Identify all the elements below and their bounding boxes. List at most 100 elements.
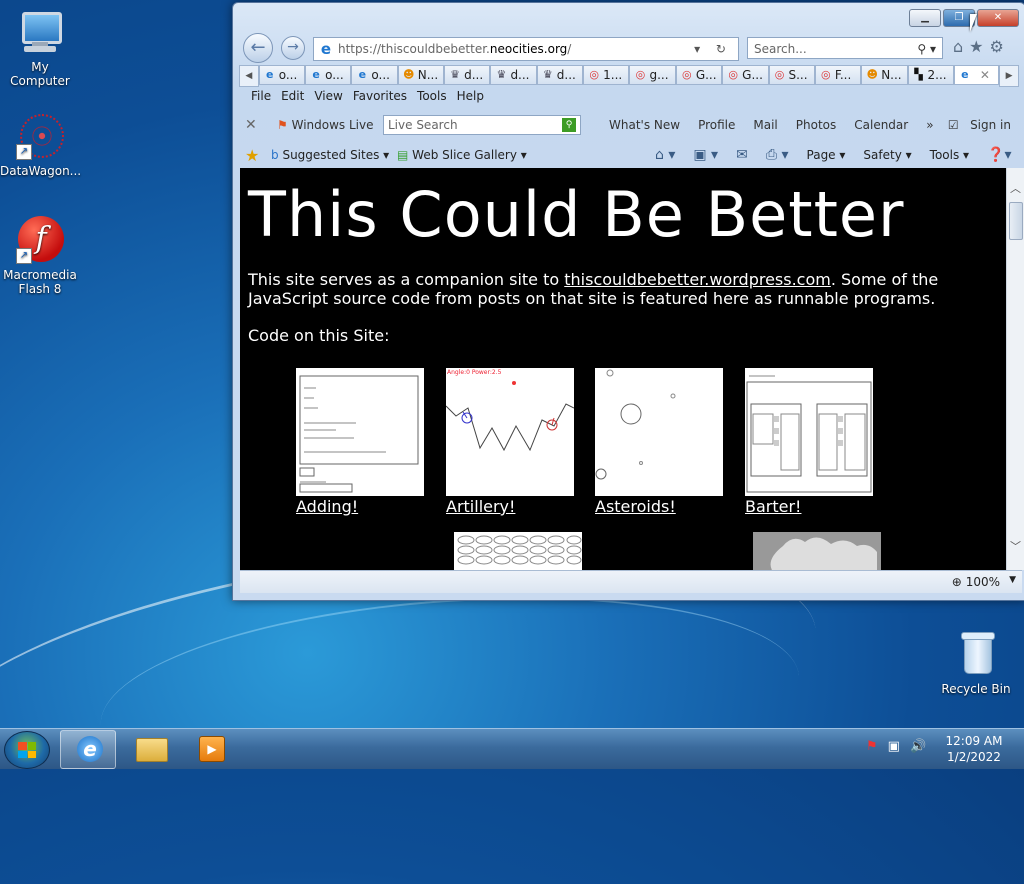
browser-tab[interactable]: ◎ G... <box>675 65 723 85</box>
adding-thumbnail[interactable] <box>296 368 424 496</box>
zoom-dropdown-icon[interactable]: ▼ <box>1009 575 1016 585</box>
address-bar[interactable]: e https://thiscouldbebetter. neocities.or… <box>313 37 739 61</box>
recycle-bin-icon <box>952 630 1000 678</box>
browser-tab[interactable]: e o... <box>305 65 352 85</box>
menu-help[interactable]: Help <box>455 89 492 103</box>
home-icon[interactable]: ⌂ <box>953 37 963 56</box>
browser-tab[interactable]: ◎ g... <box>629 65 676 85</box>
feeds-icon[interactable]: ▣ ▾ <box>693 147 718 163</box>
action-center-flag-icon[interactable]: ⚑ <box>866 739 878 754</box>
forward-button[interactable]: → <box>281 36 305 60</box>
browser-tab[interactable]: ♛ d... <box>536 65 584 85</box>
desktop-icon-datawagon[interactable]: ↗ DataWagon... <box>0 112 82 178</box>
artillery-thumbnail[interactable]: Angle:0 Power:2.5 <box>445 368 575 496</box>
favorites-center-icon[interactable]: ★ <box>245 146 259 165</box>
barter-link[interactable]: Barter! <box>745 497 801 516</box>
browser-tab-active[interactable]: e ✕ <box>953 65 1000 85</box>
artillery-link[interactable]: Artillery! <box>446 497 515 516</box>
web-slice-icon: ▤ <box>397 148 409 162</box>
back-button[interactable]: ← <box>243 33 273 63</box>
help-icon[interactable]: ❓▾ <box>987 147 1011 163</box>
program-thumbnail-row2[interactable] <box>454 532 582 570</box>
media-player-icon: ▶ <box>199 736 225 762</box>
google-tab-icon: ◎ <box>728 68 738 81</box>
start-button[interactable] <box>4 731 50 769</box>
page-menu-button[interactable]: Page ▾ <box>807 148 846 162</box>
browser-tab[interactable]: e o... <box>258 65 306 85</box>
browser-tab[interactable]: ☻ N... <box>861 65 908 85</box>
zoom-level[interactable]: ⊕ 100% <box>952 575 1000 589</box>
desktop-icon-recycle-bin[interactable]: Recycle Bin <box>936 630 1016 696</box>
navigation-bar: ← → e https://thiscouldbebetter. neocitie… <box>239 31 1019 63</box>
wl-link-mail[interactable]: Mail <box>753 118 777 132</box>
wordpress-link[interactable]: thiscouldbebetter.wordpress.com <box>564 270 831 289</box>
search-icon[interactable]: ⚲ ▾ <box>917 38 936 60</box>
read-mail-icon[interactable]: ✉ <box>736 147 748 163</box>
scrollbar-thumb[interactable] <box>1009 202 1023 240</box>
browser-tab[interactable]: ◎ 1... <box>583 65 630 85</box>
safety-menu-button[interactable]: Safety ▾ <box>863 148 911 162</box>
more-chevron-icon[interactable]: » <box>926 118 933 132</box>
close-tab-icon[interactable]: ✕ <box>980 68 990 82</box>
google-tab-icon: ◎ <box>682 68 692 81</box>
search-box[interactable]: Search... ⚲ ▾ <box>747 37 943 59</box>
browser-tab[interactable]: ◎ G... <box>722 65 769 85</box>
command-bar: ⌂ ▾ ▣ ▾ ✉ ⎙ ▾ Page ▾ Safety ▾ Tools ▾ ❓▾ <box>655 147 1012 163</box>
asteroids-link[interactable]: Asteroids! <box>595 497 676 516</box>
scroll-down-arrow-icon[interactable]: ﹀ <box>1007 538 1024 554</box>
scroll-up-arrow-icon[interactable]: ︿ <box>1007 180 1024 196</box>
desktop-icon-macromedia-flash[interactable]: f ↗ Macromedia Flash 8 <box>0 216 80 296</box>
vertical-scrollbar[interactable]: ︿ ﹀ <box>1006 168 1024 570</box>
wl-link-whats-new[interactable]: What's New <box>609 118 680 132</box>
tab-scroll-left-button[interactable]: ◀ <box>239 65 259 87</box>
address-controls[interactable]: ▾ ↻ <box>694 42 738 56</box>
network-icon[interactable]: ▣ <box>888 739 900 754</box>
menu-view[interactable]: View <box>312 89 350 103</box>
close-toolbar-icon[interactable]: ✕ <box>245 117 257 133</box>
menu-tools[interactable]: Tools <box>415 89 455 103</box>
live-search-go-icon[interactable]: ⚲ <box>562 118 576 132</box>
sign-in-link[interactable]: ☑ Sign in <box>948 118 1011 132</box>
home-icon[interactable]: ⌂ ▾ <box>655 147 675 163</box>
mouse-cursor <box>970 14 984 32</box>
browser-tab[interactable]: ☻ N... <box>397 65 445 85</box>
taskbar-media-player[interactable]: ▶ <box>182 730 236 767</box>
program-thumbnail-row2-map[interactable] <box>753 532 881 570</box>
wl-link-calendar[interactable]: Calendar <box>854 118 908 132</box>
desktop-icon-my-computer[interactable]: My Computer <box>0 8 80 88</box>
volume-icon[interactable]: 🔊 <box>910 739 926 754</box>
taskbar: e ▶ ⚑ ▣ 🔊 12:09 AM 1/2/2022 <box>0 728 1024 769</box>
browser-tab[interactable]: ◎ S... <box>768 65 815 85</box>
tools-menu-button[interactable]: Tools ▾ <box>930 148 969 162</box>
menu-edit[interactable]: Edit <box>279 89 312 103</box>
taskbar-windows-explorer[interactable] <box>122 730 176 767</box>
web-slice-gallery-button[interactable]: ▤ Web Slice Gallery ▾ <box>397 148 527 162</box>
suggested-sites-button[interactable]: b Suggested Sites ▾ <box>271 148 389 162</box>
gear-icon[interactable]: ⚙ <box>990 37 1004 56</box>
tab-scroll-right-button[interactable]: ▶ <box>999 65 1019 87</box>
google-tab-icon: ◎ <box>635 68 646 81</box>
windows-live-brand[interactable]: ⚑ Windows Live <box>277 118 373 132</box>
browser-tab[interactable]: ◎ F... <box>814 65 862 85</box>
datawagon-icon: ↗ <box>16 112 64 160</box>
barter-thumbnail[interactable] <box>745 368 873 496</box>
wl-link-profile[interactable]: Profile <box>698 118 735 132</box>
minimize-button[interactable]: ▁ <box>909 9 941 27</box>
adding-link[interactable]: Adding! <box>296 497 358 516</box>
desktop-icon-label: DataWagon... <box>0 164 82 178</box>
browser-tab[interactable]: ♛ d... <box>490 65 537 85</box>
browser-tab[interactable]: ▚ 2... <box>907 65 954 85</box>
folder-icon <box>136 738 168 762</box>
live-search-input[interactable]: Live Search ⚲ <box>383 115 581 135</box>
menu-file[interactable]: File <box>249 89 279 103</box>
print-icon[interactable]: ⎙ ▾ <box>766 147 789 163</box>
status-bar: ⊕ 100% ▼ <box>240 570 1022 593</box>
browser-tab[interactable]: e o... <box>351 65 398 85</box>
wl-link-photos[interactable]: Photos <box>796 118 836 132</box>
asteroids-thumbnail[interactable] <box>595 368 723 496</box>
menu-favorites[interactable]: Favorites <box>351 89 415 103</box>
favorites-star-icon[interactable]: ★ <box>969 37 983 56</box>
taskbar-internet-explorer[interactable]: e <box>60 730 116 769</box>
clock[interactable]: 12:09 AM 1/2/2022 <box>934 733 1014 765</box>
browser-tab[interactable]: ♛ d... <box>444 65 491 85</box>
